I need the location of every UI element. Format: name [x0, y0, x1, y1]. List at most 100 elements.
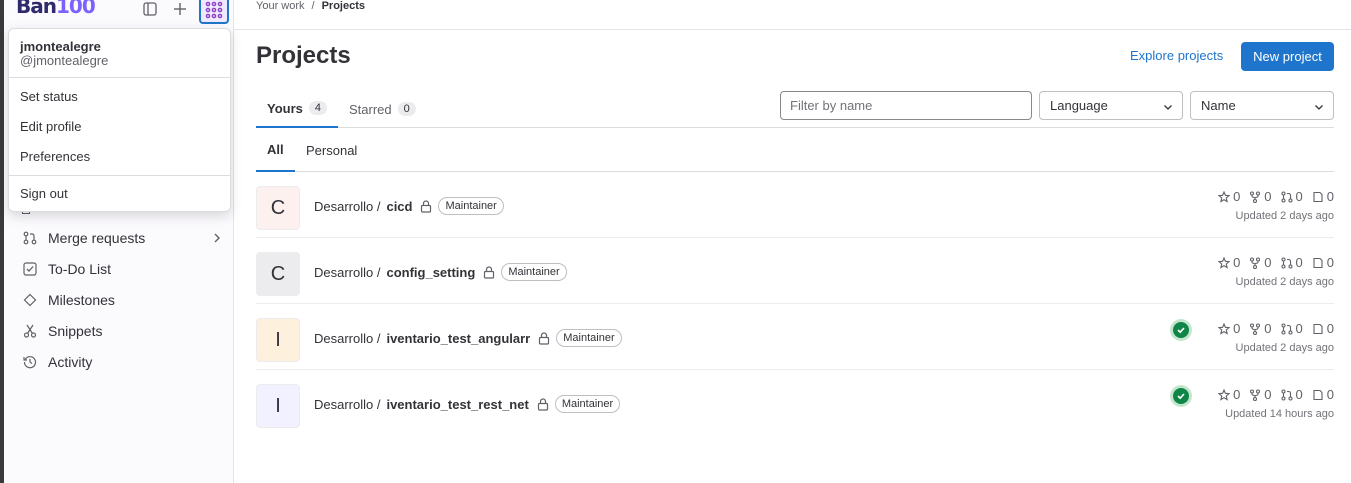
- merge-request-icon: [1280, 388, 1293, 401]
- language-select[interactable]: Language: [1039, 91, 1183, 120]
- sidebar-toggle-icon[interactable]: [140, 0, 160, 18]
- project-avatar[interactable]: I: [256, 318, 300, 362]
- pipeline-status[interactable]: [1170, 319, 1192, 341]
- sidebar-item-label: Activity: [48, 353, 93, 370]
- sidebar-item-snippets[interactable]: Snippets: [8, 315, 234, 346]
- project-stats: 0 0 0 0: [1218, 189, 1334, 204]
- issue-icon: [1313, 389, 1323, 400]
- lock-icon: [538, 331, 550, 345]
- merge-requests-stat[interactable]: 0: [1280, 189, 1303, 204]
- language-select-value: Language: [1050, 98, 1108, 113]
- subtab-all[interactable]: All: [256, 128, 295, 172]
- star-icon: [1218, 256, 1231, 269]
- project-row[interactable]: I Desarrollo / iventario_test_rest_net M…: [256, 370, 1334, 436]
- tab-label: Starred: [349, 101, 392, 117]
- fork-icon: [1250, 190, 1261, 203]
- brand-logo[interactable]: Ban100: [16, 0, 96, 18]
- project-name[interactable]: Desarrollo / config_setting Maintainer: [314, 263, 567, 281]
- explore-projects-link[interactable]: Explore projects: [1130, 48, 1223, 63]
- fork-icon: [1250, 388, 1261, 401]
- project-namespace: Desarrollo /: [314, 330, 381, 346]
- filter-by-name-input[interactable]: Filter by name: [780, 91, 1032, 120]
- merge-requests-stat[interactable]: 0: [1280, 321, 1303, 336]
- forks-stat[interactable]: 0: [1249, 189, 1272, 204]
- merge-requests-stat[interactable]: 0: [1280, 255, 1303, 270]
- project-namespace: Desarrollo /: [314, 396, 381, 412]
- project-list: C Desarrollo / cicd Maintainer 0 0 0 0 U…: [256, 172, 1334, 436]
- lock-icon: [483, 265, 495, 279]
- forks-stat[interactable]: 0: [1249, 255, 1272, 270]
- sidebar-item-label: Snippets: [48, 322, 103, 339]
- stars-stat[interactable]: 0: [1218, 387, 1240, 402]
- pipeline-status[interactable]: [1170, 385, 1192, 407]
- issues-stat[interactable]: 0: [1312, 189, 1334, 204]
- project-row[interactable]: C Desarrollo / config_setting Maintainer…: [256, 238, 1334, 304]
- breadcrumb-your-work[interactable]: Your work: [256, 0, 305, 12]
- project-avatar[interactable]: C: [256, 186, 300, 230]
- tab-starred[interactable]: Starred 0: [338, 90, 427, 128]
- updated-timestamp: Updated 2 days ago: [1235, 342, 1334, 354]
- tab-yours[interactable]: Yours 4: [256, 90, 339, 128]
- sidebar-item-label: Merge requests: [48, 229, 146, 246]
- sort-select[interactable]: Name: [1190, 91, 1334, 120]
- user-menu-header[interactable]: jmontealegre @jmontealegre: [9, 29, 230, 78]
- project-name[interactable]: Desarrollo / iventario_test_angularr Mai…: [314, 329, 622, 347]
- subtab-personal[interactable]: Personal: [295, 128, 368, 172]
- merge-request-icon: [1280, 322, 1293, 335]
- project-name[interactable]: Desarrollo / cicd Maintainer: [314, 197, 504, 215]
- menu-item-preferences[interactable]: Preferences: [9, 141, 230, 171]
- project-namespace: Desarrollo /: [314, 198, 381, 214]
- project-avatar[interactable]: I: [256, 384, 300, 428]
- project-row[interactable]: I Desarrollo / iventario_test_angularr M…: [256, 304, 1334, 370]
- forks-stat[interactable]: 0: [1249, 387, 1272, 402]
- menu-item-set-status[interactable]: Set status: [9, 81, 230, 111]
- forks-stat[interactable]: 0: [1249, 321, 1272, 336]
- star-icon: [1218, 322, 1231, 335]
- chevron-down-icon: [1314, 100, 1324, 115]
- issue-icon: [1313, 323, 1323, 334]
- merge-requests-stat[interactable]: 0: [1280, 387, 1303, 402]
- stars-stat[interactable]: 0: [1218, 189, 1240, 204]
- stars-stat[interactable]: 0: [1218, 321, 1240, 336]
- menu-item-edit-profile[interactable]: Edit profile: [9, 111, 230, 141]
- issues-stat[interactable]: 0: [1312, 255, 1334, 270]
- sidebar-item-milestones[interactable]: Milestones: [8, 284, 234, 315]
- star-icon: [1218, 388, 1231, 401]
- user-menu-dropdown: jmontealegre @jmontealegre Set status Ed…: [8, 28, 231, 212]
- role-badge: Maintainer: [438, 197, 504, 215]
- sidebar-item-activity[interactable]: Activity: [8, 346, 234, 377]
- issues-stat[interactable]: 0: [1312, 387, 1334, 402]
- sidebar-item-merge-requests[interactable]: Merge requests: [8, 222, 234, 253]
- project-avatar[interactable]: C: [256, 252, 300, 296]
- project-row[interactable]: C Desarrollo / cicd Maintainer 0 0 0 0 U…: [256, 172, 1334, 238]
- user-avatar-button[interactable]: [199, 0, 229, 24]
- stars-stat[interactable]: 0: [1218, 255, 1240, 270]
- tab-count-badge: 4: [308, 101, 328, 115]
- project-title[interactable]: iventario_test_rest_net: [386, 397, 528, 412]
- sidebar-item-todo-list[interactable]: To-Do List: [8, 253, 234, 284]
- menu-item-sign-out[interactable]: Sign out: [9, 178, 230, 208]
- breadcrumb-projects[interactable]: Projects: [322, 0, 365, 12]
- divider: [234, 29, 1351, 30]
- issue-icon: [1313, 257, 1323, 268]
- fork-icon: [1250, 256, 1261, 269]
- project-title[interactable]: iventario_test_angularr: [386, 331, 530, 346]
- new-project-button[interactable]: New project: [1241, 42, 1334, 71]
- filter-placeholder: Filter by name: [790, 98, 873, 113]
- merge-request-icon: [1280, 190, 1293, 203]
- merge-request-icon: [22, 230, 38, 246]
- project-title[interactable]: cicd: [386, 199, 412, 214]
- check-icon: [1173, 322, 1189, 338]
- project-title[interactable]: config_setting: [386, 265, 475, 280]
- issues-stat[interactable]: 0: [1312, 321, 1334, 336]
- breadcrumb: Your work / Projects: [256, 0, 365, 12]
- role-badge: Maintainer: [556, 329, 622, 347]
- breadcrumb-separator: /: [311, 0, 315, 12]
- role-badge: Maintainer: [554, 395, 621, 413]
- updated-timestamp: Updated 2 days ago: [1235, 210, 1334, 222]
- project-name[interactable]: Desarrollo / iventario_test_rest_net Mai…: [314, 395, 621, 413]
- plus-icon[interactable]: [170, 0, 190, 18]
- lock-icon: [420, 199, 432, 213]
- project-stats: 0 0 0 0: [1218, 387, 1334, 402]
- project-namespace: Desarrollo /: [314, 264, 381, 280]
